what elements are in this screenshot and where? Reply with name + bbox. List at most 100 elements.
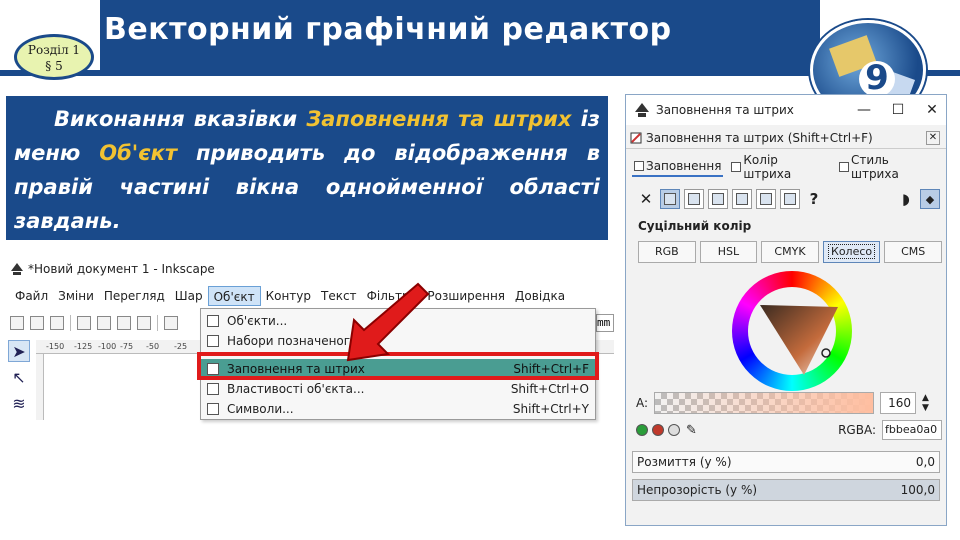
select-all-icon[interactable]: [10, 316, 24, 330]
menu-file[interactable]: Файл: [10, 286, 53, 306]
tab-label: Колір штриха: [743, 153, 792, 181]
select-in-all-layers-icon[interactable]: [30, 316, 44, 330]
alpha-label: A:: [636, 396, 649, 410]
maximize-icon[interactable]: ☐: [884, 102, 912, 118]
object-properties-icon: [207, 383, 219, 395]
inkscape-title-text: *Новий документ 1 - Inkscape: [28, 262, 215, 276]
color-managed-icon: [636, 424, 648, 436]
section-label: § 5: [45, 59, 63, 73]
deselect-icon[interactable]: [50, 316, 64, 330]
swatch-icon[interactable]: [780, 189, 800, 209]
dock-title-bar: Заповнення та штрих (Shift+Ctrl+F) ✕: [626, 127, 946, 149]
vertical-ruler: [36, 354, 44, 420]
linear-gradient-icon[interactable]: [684, 189, 704, 209]
out-of-gamut-icon: [652, 424, 664, 436]
close-dock-icon[interactable]: ✕: [926, 130, 940, 145]
flip-horizontal-icon[interactable]: [117, 316, 131, 330]
menu-help[interactable]: Довідка: [510, 286, 570, 306]
mode-cmyk[interactable]: CMYK: [761, 241, 819, 263]
flat-color-label: Суцільний колір: [638, 219, 752, 233]
menu-item-shortcut: Shift+Ctrl+Y: [512, 402, 589, 416]
mode-rgb[interactable]: RGB: [638, 241, 696, 263]
mode-hsl[interactable]: HSL: [699, 241, 758, 263]
inkscape-menubar: Файл Зміни Перегляд Шар Об'єкт Контур Те…: [10, 286, 570, 306]
menu-view[interactable]: Перегляд: [99, 286, 170, 306]
horizontal-ruler: -150 -125 -100 -75 -50 -25: [36, 340, 202, 354]
opacity-value: 100,0: [900, 483, 935, 497]
units-combo[interactable]: mm: [596, 314, 614, 332]
mode-cms[interactable]: CMS: [884, 241, 942, 263]
alpha-slider[interactable]: [654, 392, 875, 414]
opacity-label: Непрозорість (у %): [637, 483, 758, 497]
menu-path[interactable]: Контур: [261, 286, 316, 306]
menu-layer[interactable]: Шар: [170, 286, 208, 306]
tab-label: Стиль штриха: [850, 153, 899, 181]
fill-tab-icon: [634, 161, 644, 171]
mode-wheel[interactable]: Колесо: [822, 241, 881, 263]
inkscape-window-title: *Новий документ 1 - Inkscape: [10, 262, 215, 276]
rotate-cw-icon[interactable]: [97, 316, 111, 330]
ruler-label: -100: [98, 342, 117, 351]
toolbar-separator: [157, 315, 158, 331]
opacity-row[interactable]: Непрозорість (у %) 100,0: [632, 479, 940, 501]
raise-to-top-icon[interactable]: [164, 316, 178, 330]
symbols-icon: [207, 403, 219, 415]
too-much-ink-icon: [668, 424, 680, 436]
toolbar-separator: [70, 315, 71, 331]
selector-tool-icon[interactable]: ➤: [8, 340, 30, 362]
ruler-label: -50: [146, 342, 160, 351]
dialog-title: Заповнення та штрих: [656, 103, 794, 117]
fill-stroke-titlebar: Заповнення та штрих — ☐ ✕: [626, 95, 946, 125]
minimize-icon[interactable]: —: [850, 102, 878, 118]
menu-object[interactable]: Об'єкт: [207, 286, 261, 306]
description-part: Виконання вказівки: [54, 107, 307, 131]
dock-title: Заповнення та штрих (Shift+Ctrl+F): [646, 130, 873, 145]
description-highlight: Заповнення та штрих: [306, 107, 572, 131]
nonzero-icon[interactable]: ◆: [920, 189, 940, 209]
chapter-label: Розділ 1: [27, 43, 81, 57]
tab-stroke-paint[interactable]: Колір штриха: [729, 153, 831, 181]
blur-row[interactable]: Розмиття (у %) 0,0: [632, 451, 940, 473]
tweak-tool-icon[interactable]: ≋: [8, 392, 30, 414]
alpha-row: A: 160 ▲ ▼: [636, 391, 942, 415]
menu-item-shortcut: Shift+Ctrl+O: [510, 382, 589, 396]
color-management-icons: [636, 424, 680, 436]
selection-sets-icon: [207, 335, 219, 347]
flat-color-icon[interactable]: [660, 189, 680, 209]
color-triangle[interactable]: [732, 271, 852, 391]
description-box: Виконання вказівки Заповнення та штрих і…: [6, 96, 608, 240]
menu-item-symbols[interactable]: Символи... Shift+Ctrl+Y: [201, 399, 595, 419]
blur-value: 0,0: [915, 455, 935, 469]
fill-stroke-dialog: Заповнення та штрих — ☐ ✕ Заповнення та …: [625, 94, 947, 526]
rgba-row: ✎ RGBA: fbbea0a0: [636, 419, 942, 441]
color-wheel[interactable]: [732, 271, 852, 391]
mode-wheel-label: Колесо: [828, 244, 876, 259]
tab-stroke-style[interactable]: Стиль штриха: [837, 153, 942, 181]
description-text: Виконання вказівки Заповнення та штрих і…: [14, 102, 600, 238]
ruler-label: -150: [46, 342, 65, 351]
unset-paint-icon[interactable]: ?: [804, 189, 824, 209]
toolbox: ➤ ↖ ≋: [8, 340, 32, 420]
description-highlight: Об'єкт: [99, 141, 178, 165]
rotate-ccw-icon[interactable]: [77, 316, 91, 330]
rgba-input[interactable]: fbbea0a0: [882, 420, 942, 440]
eyedropper-icon[interactable]: ✎: [686, 423, 697, 438]
menu-item-object-properties[interactable]: Властивості об'єкта... Shift+Ctrl+O: [201, 379, 595, 399]
menu-extensions[interactable]: Розширення: [422, 286, 510, 306]
ruler-label: -75: [120, 342, 134, 351]
node-tool-icon[interactable]: ↖: [8, 366, 30, 388]
alpha-spinner-icon[interactable]: ▲ ▼: [922, 393, 929, 413]
mesh-gradient-icon[interactable]: [732, 189, 752, 209]
no-paint-icon[interactable]: ✕: [636, 189, 656, 209]
radial-gradient-icon[interactable]: [708, 189, 728, 209]
tab-fill[interactable]: Заповнення: [632, 157, 724, 177]
menu-edit[interactable]: Зміни: [53, 286, 99, 306]
alpha-input[interactable]: 160: [880, 392, 917, 414]
menu-item-label: Символи...: [227, 402, 294, 416]
evenodd-icon[interactable]: ◗: [896, 189, 916, 209]
pattern-icon[interactable]: [756, 189, 776, 209]
flip-vertical-icon[interactable]: [137, 316, 151, 330]
tab-label: Заповнення: [646, 159, 722, 173]
close-icon[interactable]: ✕: [918, 102, 946, 118]
ruler-label: -125: [74, 342, 93, 351]
